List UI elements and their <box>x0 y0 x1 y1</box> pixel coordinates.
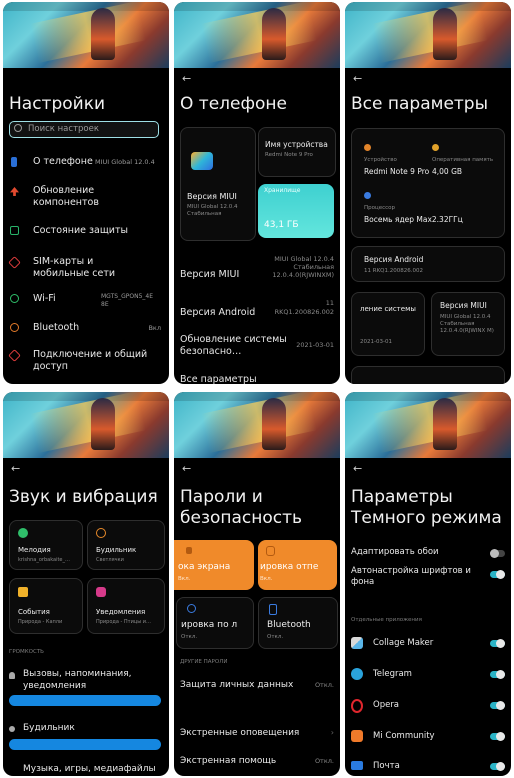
wallpaper-banner <box>3 2 169 68</box>
storage-card[interactable]: Хранилище 43,1 ГБ <box>258 184 334 238</box>
security-update-card[interactable]: ление системы 2021-03-01 <box>351 292 425 356</box>
auto-fonts-toggle[interactable] <box>490 570 505 579</box>
calls-volume-label: Вызовы, напоминания, уведомления <box>23 669 132 691</box>
app-row-opera[interactable]: Opera <box>351 699 505 713</box>
fingerprint-card[interactable]: ировка отпе Вкл. <box>258 540 337 590</box>
miui-version-card[interactable]: Версия MIUI MIUI Global 12.0.4 Стабильна… <box>431 292 505 356</box>
adapt-wallpaper-row[interactable]: Адаптировать обои <box>351 547 505 561</box>
page-title: О телефоне <box>180 94 287 114</box>
telegram-toggle[interactable] <box>490 670 505 679</box>
face-icon <box>187 604 196 613</box>
shield-icon <box>10 226 19 235</box>
passwords-screen: ← Пароли и безопасность ока экрана Вкл. … <box>174 392 340 776</box>
adapt-wallpaper-toggle[interactable] <box>490 549 505 558</box>
back-arrow-icon[interactable]: ← <box>11 462 20 475</box>
bluetooth-unlock-card[interactable]: Bluetooth Откл. <box>258 597 338 649</box>
wallpaper-banner <box>345 2 511 68</box>
apps-section-header: Отдельные приложения <box>351 617 422 623</box>
wifi-icon <box>10 294 19 303</box>
calendar-icon <box>18 587 28 597</box>
back-arrow-icon[interactable]: ← <box>353 462 362 475</box>
mi-community-toggle[interactable] <box>490 732 505 741</box>
privacy-row[interactable]: Защита личных данных Откл. <box>180 680 334 694</box>
wallpaper-banner <box>345 392 511 458</box>
arrow-up-icon <box>10 187 19 196</box>
share-icon <box>8 349 21 362</box>
ringtone-card[interactable]: Мелодия krishna_orbakaite_… <box>9 520 83 570</box>
events-card[interactable]: События Природа - Капли <box>9 578 83 634</box>
page-title: Пароли и безопасность <box>180 487 303 528</box>
collage-maker-icon <box>351 637 363 649</box>
mail-toggle[interactable] <box>490 762 505 771</box>
all-params-screen: ← Все параметры Устройство Redmi Note 9 … <box>345 2 511 384</box>
about-phone-screen: ← О телефоне Версия MIUI MIUI Global 12.… <box>174 2 340 384</box>
android-version-row[interactable]: Версия Android 11 RKQ1.200826.002 <box>180 299 334 325</box>
phone-icon <box>11 157 17 167</box>
mi-community-icon <box>351 730 363 742</box>
device-icon <box>364 144 371 151</box>
alarm-volume-label: Будильник <box>23 723 75 733</box>
wallpaper-banner <box>174 392 340 458</box>
phone-icon <box>269 604 277 615</box>
notifications-card[interactable]: Уведомления Природа - Птицы и… <box>87 578 165 634</box>
app-row-telegram[interactable]: Telegram <box>351 668 505 682</box>
other-passwords-header: ДРУГИЕ ПАРОЛИ <box>180 659 228 665</box>
opera-icon <box>351 699 363 713</box>
bell-icon <box>9 672 15 679</box>
page-title: Параметры Темного режима <box>351 487 502 528</box>
app-row-mail[interactable]: Почта <box>351 760 505 774</box>
phone-icon <box>18 528 28 538</box>
screen-lock-card[interactable]: ока экрана Вкл. <box>174 540 254 590</box>
mail-icon <box>351 761 363 770</box>
emergency-sos-row[interactable]: Экстренная помощь Откл. <box>180 756 334 770</box>
alarm-volume-slider[interactable] <box>9 739 161 750</box>
opera-toggle[interactable] <box>490 701 505 710</box>
sound-screen: ← Звук и вибрация Мелодия krishna_orbaka… <box>3 392 169 776</box>
miui-version-card[interactable]: Версия MIUI MIUI Global 12.0.4 Стабильна… <box>180 127 256 241</box>
auto-fonts-row[interactable]: Автонастройка шрифтов и фона <box>351 566 505 590</box>
all-params-row[interactable]: Все параметры <box>180 374 334 384</box>
device-info-card[interactable]: Устройство Redmi Note 9 Pro Оперативная … <box>351 128 505 238</box>
back-arrow-icon[interactable]: ← <box>182 462 191 475</box>
wallpaper-banner <box>3 392 169 458</box>
telegram-icon <box>351 668 363 680</box>
miui-version-row[interactable]: Версия MIUI MIUI Global 12.0.4 Стабильна… <box>180 255 334 289</box>
fingerprint-icon <box>266 546 275 556</box>
back-arrow-icon[interactable]: ← <box>182 72 191 85</box>
device-name-card[interactable]: Имя устройства Redmi Note 9 Pro <box>258 127 336 177</box>
back-arrow-icon[interactable]: ← <box>353 72 362 85</box>
miui-logo-icon <box>191 152 213 170</box>
page-title: Настройки <box>9 94 106 114</box>
face-unlock-card[interactable]: ировка по л Откл. <box>176 597 254 649</box>
search-icon <box>14 124 22 132</box>
more-card[interactable] <box>351 366 505 384</box>
alarm-clock-icon <box>96 528 106 538</box>
alarm-card[interactable]: Будильник Светлячки <box>87 520 165 570</box>
bell-icon <box>96 587 106 597</box>
media-volume-label: Музыка, игры, медиафайлы <box>23 764 156 774</box>
security-update-row[interactable]: Обновление системы безопасно… 2021-03-01 <box>180 334 334 362</box>
dark-mode-screen: ← Параметры Темного режима Адаптировать … <box>345 392 511 776</box>
collage-maker-toggle[interactable] <box>490 639 505 648</box>
app-row-collage-maker[interactable]: Collage Maker <box>351 637 505 651</box>
chevron-right-icon: › <box>330 728 334 737</box>
wallpaper-banner <box>174 2 340 68</box>
sim-icon <box>8 256 21 269</box>
bluetooth-icon <box>10 323 19 332</box>
app-row-mi-community[interactable]: Mi Community <box>351 730 505 744</box>
page-title: Звук и вибрация <box>9 487 158 507</box>
alarm-clock-icon <box>9 726 15 732</box>
emergency-alerts-row[interactable]: Экстренные оповещения › <box>180 728 334 742</box>
page-title: Все параметры <box>351 94 489 114</box>
calls-volume-slider[interactable] <box>9 695 161 706</box>
search-input[interactable]: Поиск настроек <box>9 121 159 138</box>
volume-section-header: ГРОМКОСТЬ <box>9 649 44 655</box>
cpu-icon <box>364 192 371 199</box>
android-version-card[interactable]: Версия Android 11 RKQ1.200826.002 <box>351 246 505 282</box>
lock-icon <box>186 547 192 554</box>
ram-icon <box>432 144 439 151</box>
settings-screen: Настройки Поиск настроек О телефоне MIUI… <box>3 2 169 384</box>
